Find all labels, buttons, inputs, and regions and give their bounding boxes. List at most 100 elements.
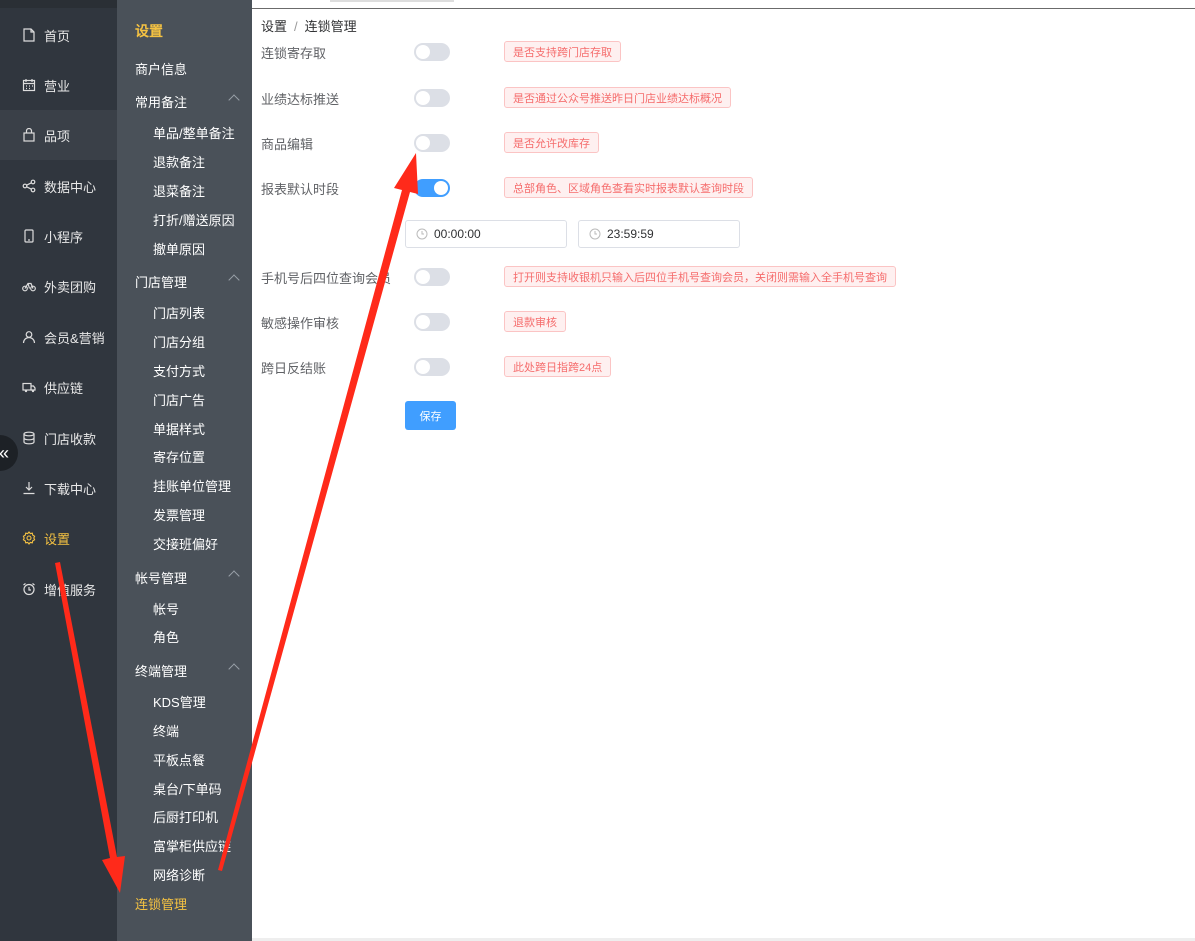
submenu-item[interactable]: 门店广告 [117,385,252,413]
secondary-sidebar: 设置 商户信息 常用备注 单品/整单备注 退款备注 退菜备注 打折/赠送原因 撤… [117,0,252,941]
chain-storage-switch[interactable] [414,43,450,61]
submenu-item[interactable]: 终端 [117,716,252,744]
nav-item-mini-program[interactable]: 小程序 [0,211,117,261]
submenu-item[interactable]: KDS管理 [117,687,252,715]
setting-label: 手机号后四位查询会员 [261,270,392,286]
end-time-value: 23:59:59 [607,227,654,241]
alarm-icon [21,581,37,597]
nav-item-home[interactable]: 首页 [0,10,117,60]
group-label: 帐号管理 [135,570,188,586]
nav-item-members[interactable]: 会员&营销 [0,312,117,362]
submenu-group-store[interactable]: 门店管理 [117,267,252,295]
nav-item-downloads[interactable]: 下载中心 [0,463,117,513]
setting-row-product-edit: 商品编辑 是否允许改库存 [261,132,599,154]
submenu-item[interactable]: 退菜备注 [117,176,252,204]
setting-hint: 是否支持跨门店存取 [504,41,621,62]
clock-icon [589,228,601,240]
setting-label: 敏感操作审核 [261,315,340,331]
submenu-item[interactable]: 发票管理 [117,500,252,528]
end-time-input[interactable]: 23:59:59 [578,220,740,248]
nav-item-label: 数据中心 [44,179,97,195]
setting-label: 连锁寄存取 [261,45,327,61]
submenu-item[interactable]: 后厨打印机 [117,802,252,830]
start-time-value: 00:00:00 [434,227,481,241]
submenu-item[interactable]: 帐号 [117,594,252,622]
nav-item-value-added[interactable]: 增值服务 [0,564,117,614]
nav-item-supply-chain[interactable]: 供应链 [0,362,117,412]
submenu-item[interactable]: 平板点餐 [117,745,252,773]
group-label: 终端管理 [135,663,188,679]
phone-icon [21,228,37,244]
submenu-item[interactable]: 门店列表 [117,298,252,326]
submenu-item[interactable]: 挂账单位管理 [117,471,252,499]
primary-sidebar: 首页 营业 品项 数据中心 小程序 外卖团购 会员&营销 供应链 门店收款 下载… [0,0,117,941]
top-divider [252,0,1195,9]
submenu-group-terminal[interactable]: 终端管理 [117,656,252,684]
submenu-title: 设置 [135,23,163,39]
app-root: 首页 营业 品项 数据中心 小程序 外卖团购 会员&营销 供应链 门店收款 下载… [0,0,1195,941]
setting-row-performance-push: 业绩达标推送 是否通过公众号推送昨日门店业绩达标概况 [261,87,731,109]
save-button[interactable]: 保存 [405,401,456,430]
setting-row-report-period: 报表默认时段 总部角色、区域角色查看实时报表默认查询时段 [261,177,753,199]
download-icon [21,480,37,496]
nav-item-data-center[interactable]: 数据中心 [0,161,117,211]
switch-knob [416,91,430,105]
submenu-item[interactable]: 单品/整单备注 [117,118,252,146]
performance-push-switch[interactable] [414,89,450,107]
submenu-item[interactable]: 桌台/下单码 [117,774,252,802]
setting-label: 业绩达标推送 [261,91,340,107]
switch-knob [434,181,448,195]
submenu-item[interactable]: 打折/赠送原因 [117,205,252,233]
cross-day-checkout-switch[interactable] [414,358,450,376]
submenu-merchant-info[interactable]: 商户信息 [117,54,252,82]
nav-item-label: 供应链 [44,380,84,396]
nav-item-business[interactable]: 营业 [0,60,117,110]
submenu-item[interactable]: 富掌柜供应链 [117,831,252,859]
main-content: 设置 / 连锁管理 连锁寄存取 是否支持跨门店存取 业绩达标推送 是否通过公众号推送… [252,0,1195,941]
nav-item-products[interactable]: 品项 [0,110,117,160]
setting-hint: 退款审核 [504,311,566,332]
sensitive-review-switch[interactable] [414,313,450,331]
share-icon [21,178,37,194]
top-tab-strip [330,0,454,2]
submenu-item[interactable]: 网络诊断 [117,860,252,888]
nav-item-label: 小程序 [44,229,84,245]
submenu-item[interactable]: 交接班偏好 [117,529,252,557]
group-label: 门店管理 [135,274,188,290]
switch-knob [416,360,430,374]
submenu-item[interactable]: 撤单原因 [117,234,252,262]
phone-lookup-switch[interactable] [414,268,450,286]
nav-item-label: 外卖团购 [44,279,97,295]
switch-knob [416,45,430,59]
nav-item-settings[interactable]: 设置 [0,513,117,563]
start-time-input[interactable]: 00:00:00 [405,220,567,248]
submenu-group-remarks[interactable]: 常用备注 [117,87,252,115]
switch-knob [416,136,430,150]
nav-item-delivery[interactable]: 外卖团购 [0,261,117,311]
chevron-up-icon [228,94,240,106]
submenu-item[interactable]: 门店分组 [117,327,252,355]
breadcrumb-separator: / [294,19,298,34]
calendar-icon [21,77,37,93]
setting-hint: 是否允许改库存 [504,132,599,153]
submenu-item[interactable]: 寄存位置 [117,442,252,470]
nav-item-label: 增值服务 [44,582,97,598]
setting-row-chain-storage: 连锁寄存取 是否支持跨门店存取 [261,41,621,63]
sidebar-top-strip [0,0,117,8]
report-period-switch[interactable] [414,179,450,197]
product-edit-switch[interactable] [414,134,450,152]
chevron-up-icon [228,663,240,675]
chevron-up-icon [228,570,240,582]
submenu-group-account[interactable]: 帐号管理 [117,563,252,591]
setting-row-cross-day-checkout: 跨日反结账 此处跨日指跨24点 [261,356,612,378]
submenu-chain-management[interactable]: 连锁管理 [117,889,252,917]
submenu-item[interactable]: 支付方式 [117,356,252,384]
bike-icon [21,278,37,294]
user-icon [21,329,37,345]
submenu-item[interactable]: 单据样式 [117,414,252,442]
nav-item-label: 首页 [44,28,71,44]
submenu-item[interactable]: 角色 [117,622,252,650]
breadcrumb-root[interactable]: 设置 [261,19,287,34]
submenu-item[interactable]: 退款备注 [117,147,252,175]
switch-knob [416,270,430,284]
